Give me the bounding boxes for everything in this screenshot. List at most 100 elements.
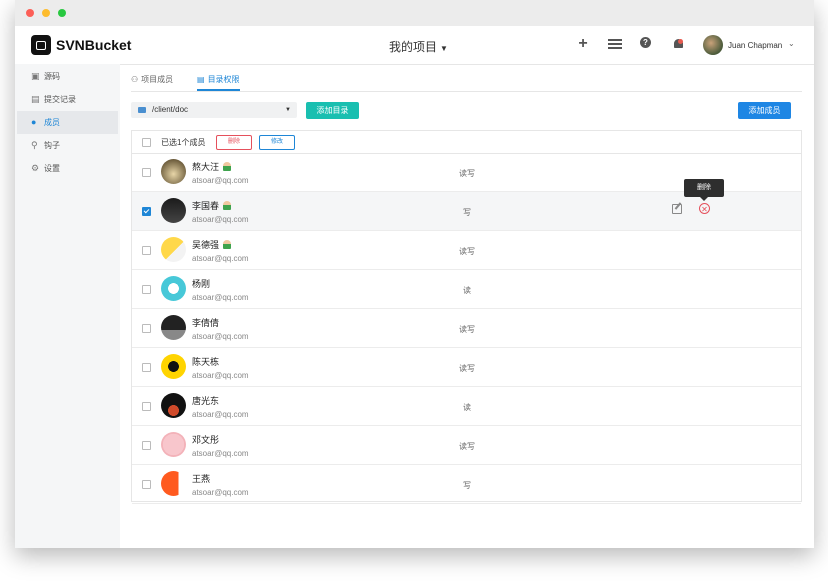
help-icon[interactable]: ? (640, 37, 654, 51)
table-row[interactable]: 王燕 atsoar@qq.com 写 (132, 465, 801, 504)
table-row[interactable]: 邓文彤 atsoar@qq.com 读写 (132, 426, 801, 465)
add-directory-button[interactable]: 添加目录 (306, 102, 359, 119)
row-checkbox[interactable] (142, 363, 151, 372)
close-window-button[interactable] (26, 9, 34, 17)
table-row[interactable]: 陈天栋 atsoar@qq.com 读写 (132, 348, 801, 387)
sidebar-item[interactable]: ▤ 提交记录 (17, 88, 118, 111)
member-name-text: 李倩倩 (192, 318, 220, 328)
row-checkbox[interactable] (142, 441, 151, 450)
brand-name: SVNBucket (56, 37, 132, 53)
row-checkbox[interactable] (142, 285, 151, 294)
sidebar-item[interactable]: ⚙ 设置 (17, 157, 118, 180)
code-icon: ▣ (31, 71, 40, 81)
maximize-window-button[interactable] (58, 9, 66, 17)
folder-permission-icon: ▤ (197, 75, 205, 84)
sidebar-item-label: 钩子 (44, 141, 60, 150)
permission: 读 (463, 286, 471, 295)
member-email: atsoar@qq.com (192, 254, 249, 263)
svnbucket-logo-icon (31, 35, 51, 55)
row-checkbox[interactable] (142, 246, 151, 255)
sidebar-item[interactable]: ▣ 源码 (17, 65, 118, 88)
row-checkbox[interactable] (142, 207, 151, 216)
member-name-text: 王燕 (192, 474, 211, 484)
avatar (161, 159, 186, 184)
member-email: atsoar@qq.com (192, 293, 249, 302)
member-email: atsoar@qq.com (192, 176, 249, 185)
select-all-checkbox[interactable] (142, 138, 151, 147)
avatar (161, 393, 186, 418)
row-checkbox[interactable] (142, 402, 151, 411)
bulk-delete-button[interactable]: 删除 (216, 135, 252, 150)
bulk-modify-button[interactable]: 修改 (259, 135, 295, 150)
project-switcher[interactable]: 我的项目 ▼ (389, 38, 448, 55)
row-checkbox[interactable] (142, 324, 151, 333)
avatar (161, 237, 186, 262)
sidebar-item[interactable]: ● 成员 (17, 111, 118, 134)
permission: 写 (463, 481, 471, 490)
avatar (161, 276, 186, 301)
edit-icon[interactable] (672, 204, 682, 214)
member-name-text: 李国春 (192, 201, 220, 211)
member-name-text: 陈天栋 (192, 357, 220, 367)
minimize-window-button[interactable] (42, 9, 50, 17)
member-name-text: 熬大汪 (192, 162, 220, 172)
project-switcher-label: 我的项目 (389, 40, 438, 54)
permission: 读写 (459, 169, 475, 178)
member-name: 吴德强 (192, 238, 232, 251)
path-select[interactable]: /client/doc ▼ (131, 102, 297, 118)
admin-badge-icon (223, 201, 232, 210)
sidebar-item[interactable]: ⚲ 钩子 (17, 134, 118, 157)
chevron-down-icon[interactable]: ⌄ (788, 39, 795, 48)
folder-icon (138, 106, 146, 113)
member-email: atsoar@qq.com (192, 488, 249, 497)
tab-label: 目录权限 (207, 75, 240, 84)
bell-icon[interactable] (671, 37, 685, 51)
table-row[interactable]: 吴德强 atsoar@qq.com 读写 (132, 231, 801, 270)
admin-badge-icon (223, 240, 232, 249)
table-row[interactable]: 唐光东 atsoar@qq.com 读 (132, 387, 801, 426)
list-icon[interactable] (608, 37, 622, 51)
permission: 读写 (459, 364, 475, 373)
commit-icon: ▤ (31, 94, 40, 104)
member-name: 杨刚 (192, 277, 210, 290)
member-email: atsoar@qq.com (192, 449, 249, 458)
avatar (161, 315, 186, 340)
avatar (161, 198, 186, 223)
avatar (161, 432, 186, 457)
tab-project-members[interactable]: ⚇ 项目成员 (131, 74, 173, 91)
member-name-text: 唐光东 (192, 396, 220, 406)
hook-icon: ⚲ (31, 140, 38, 150)
user-name[interactable]: Juan Chapman (728, 41, 782, 50)
notification-dot (677, 39, 683, 44)
window-titlebar (15, 0, 814, 27)
avatar (161, 471, 186, 496)
members-icon: ⚇ (131, 75, 139, 84)
member-name: 李国春 (192, 199, 232, 212)
caret-down-icon: ▼ (285, 107, 291, 113)
permission: 写 (463, 208, 471, 217)
members-icon: ● (31, 117, 37, 127)
tab-bar: ⚇ 项目成员 ▤ 目录权限 (131, 74, 802, 92)
member-name: 熬大汪 (192, 160, 232, 173)
delete-tooltip: 删除 (684, 179, 724, 201)
plus-icon[interactable]: + (576, 36, 590, 52)
add-member-button[interactable]: 添加成员 (738, 102, 791, 119)
member-email: atsoar@qq.com (192, 410, 249, 419)
member-name-text: 邓文彤 (192, 435, 220, 445)
member-email: atsoar@qq.com (192, 332, 249, 341)
table-row[interactable]: 李倩倩 atsoar@qq.com 读写 (132, 309, 801, 348)
app-header: SVNBucket 我的项目 ▼ + ? Juan Chapman ⌄ (15, 26, 814, 65)
tab-directory-permissions[interactable]: ▤ 目录权限 (197, 74, 240, 91)
selected-count: 已选1个成员 (161, 138, 206, 147)
delete-icon[interactable]: ✕ (699, 203, 710, 214)
user-avatar[interactable] (703, 35, 723, 55)
sidebar-item-label: 成员 (44, 118, 60, 127)
row-checkbox[interactable] (142, 480, 151, 489)
sidebar-item-label: 设置 (44, 164, 60, 173)
table-row[interactable]: 杨刚 atsoar@qq.com 读 (132, 270, 801, 309)
permission: 读 (463, 403, 471, 412)
caret-down-icon: ▼ (440, 44, 448, 53)
app-window: SVNBucket 我的项目 ▼ + ? Juan Chapman ⌄ ▣ 源码 ▤ 提… (15, 0, 814, 548)
sidebar: ▣ 源码 ▤ 提交记录 ● 成员 ⚲ 钩子 ⚙ 设置 (15, 64, 120, 548)
row-checkbox[interactable] (142, 168, 151, 177)
